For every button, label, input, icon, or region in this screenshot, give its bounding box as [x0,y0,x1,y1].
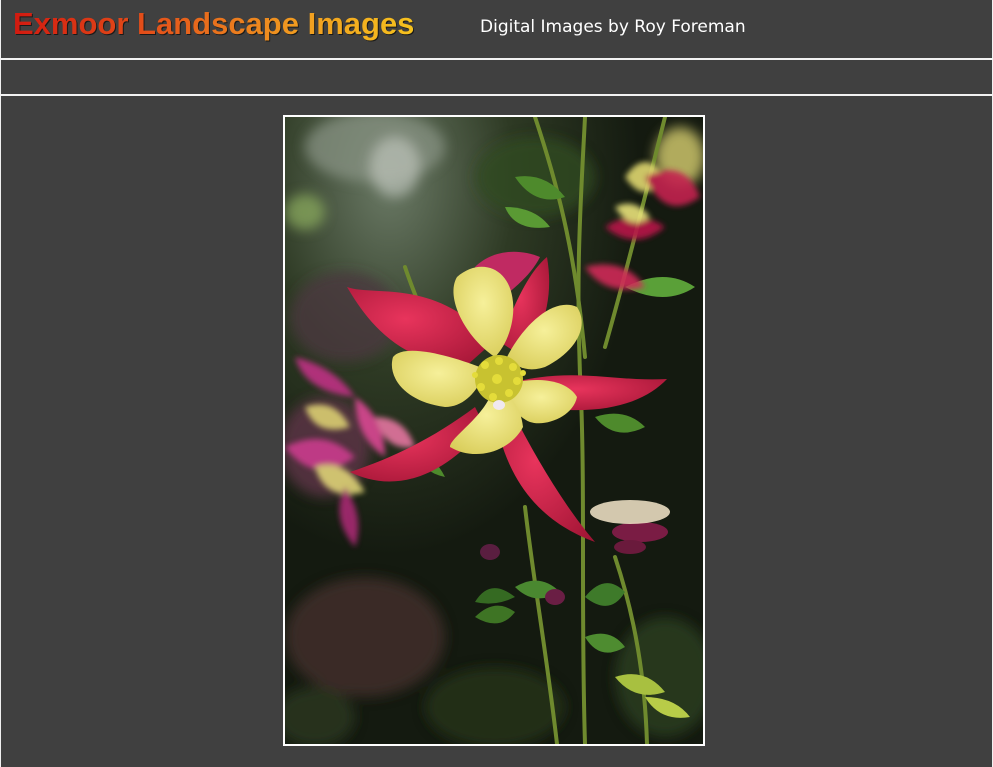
nav-bar [0,60,993,94]
site-header: Exmoor Landscape Images Digital Images b… [0,0,993,58]
site-subtitle: Digital Images by Roy Foreman [480,17,746,37]
flower-photo-image [285,117,703,744]
page: Exmoor Landscape Images Digital Images b… [0,0,993,767]
main-content [0,96,993,767]
flower-photo[interactable] [283,115,705,746]
site-title[interactable]: Exmoor Landscape Images [13,6,414,42]
